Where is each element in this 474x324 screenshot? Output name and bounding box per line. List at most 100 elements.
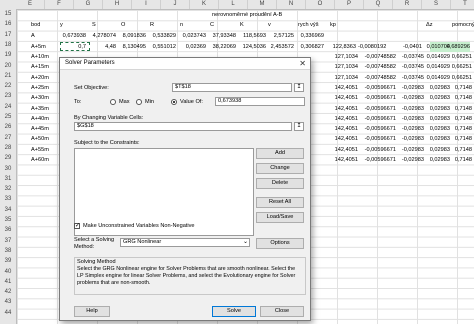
row-header-36[interactable]: 36 [0, 225, 16, 235]
cell[interactable]: 0,7148 [444, 114, 472, 124]
cell[interactable] [394, 20, 422, 30]
cell[interactable]: 0,306827 [296, 42, 324, 52]
column-header-m[interactable]: M [248, 0, 277, 9]
column-header-h[interactable]: H [103, 0, 132, 9]
options-button[interactable]: Options [256, 238, 304, 249]
cell[interactable]: 127,1034 [330, 62, 358, 72]
row-header-37[interactable]: 37 [0, 236, 16, 246]
cell[interactable]: 0,66251 [444, 52, 472, 62]
cell[interactable]: bod [31, 20, 59, 30]
cell[interactable]: -0,03745 [398, 62, 424, 72]
cell[interactable]: A+15m [31, 62, 57, 72]
cell[interactable]: K [240, 20, 268, 30]
cell[interactable]: 0,7148 [444, 124, 472, 134]
cell[interactable]: -0,00596671 [356, 114, 396, 124]
dialog-title-bar[interactable]: Solver Parameters ✕ [60, 58, 310, 70]
cell[interactable]: R [150, 20, 178, 30]
add-button[interactable]: Add [256, 148, 304, 159]
column-header-o[interactable]: O [306, 0, 335, 9]
row-header-30[interactable]: 30 [0, 164, 16, 174]
column-header-s[interactable]: S [422, 0, 451, 9]
column-header-k[interactable]: K [190, 0, 219, 9]
row-header-20[interactable]: 20 [0, 61, 16, 71]
row-header-32[interactable]: 32 [0, 184, 16, 194]
row-header-23[interactable]: 23 [0, 91, 16, 101]
cell[interactable]: A+50m [31, 134, 57, 144]
cell[interactable]: 37,93348 [208, 31, 236, 41]
cell[interactable]: 4,48 [88, 42, 116, 52]
cell[interactable]: -0,00748582 [356, 62, 396, 72]
cell[interactable]: 0,336969 [296, 31, 324, 41]
column-header-g[interactable]: G [74, 0, 103, 9]
cell[interactable]: -0,03745 [398, 52, 424, 62]
cell[interactable]: 127,1034 [330, 52, 358, 62]
cell[interactable]: 0,7148 [444, 83, 472, 93]
collapse-dialog-icon[interactable]: ↥ [294, 83, 304, 92]
cell[interactable]: -0,00596671 [356, 155, 396, 165]
row-header-34[interactable]: 34 [0, 205, 16, 215]
row-header-25[interactable]: 25 [0, 112, 16, 122]
delete-button[interactable]: Delete [256, 178, 304, 189]
cell[interactable]: 0,66251 [444, 62, 472, 72]
column-header-l[interactable]: L [219, 0, 248, 9]
cell[interactable]: 0,02369 [178, 42, 206, 52]
row-header-35[interactable]: 35 [0, 215, 16, 225]
cell[interactable]: A+55m [31, 145, 57, 155]
cell[interactable]: -0,00801921 [358, 42, 386, 52]
cell[interactable]: -0,02983 [398, 124, 424, 134]
row-header-33[interactable]: 33 [0, 194, 16, 204]
cell[interactable]: 8,091836 [118, 31, 146, 41]
cell[interactable]: A+40m [31, 114, 57, 124]
cell[interactable]: 142,4051 [330, 83, 358, 93]
value-of-radio[interactable] [171, 99, 177, 105]
cell[interactable]: -0,00596671 [356, 145, 396, 155]
max-radio[interactable] [110, 99, 116, 105]
cell[interactable]: -0,02983 [398, 134, 424, 144]
cell[interactable]: A+35m [31, 104, 57, 114]
cell[interactable]: -0,00596671 [356, 134, 396, 144]
column-header-p[interactable]: P [335, 0, 364, 9]
cell[interactable]: 0,673938 [58, 31, 86, 41]
method-select[interactable]: GRG Nonlinear ⌄ [120, 238, 250, 247]
cell[interactable]: 8,130495 [118, 42, 146, 52]
cell[interactable]: pomocný [452, 20, 474, 30]
cell[interactable]: A+25m [31, 83, 57, 93]
cell[interactable]: -0,00596671 [356, 124, 396, 134]
help-button[interactable]: Help [74, 306, 110, 317]
cell[interactable]: -0,00596671 [356, 83, 396, 93]
row-header-42[interactable]: 42 [0, 287, 16, 297]
changing-cells-field[interactable]: $G$18 [74, 122, 292, 131]
cell[interactable]: 38,22069 [208, 42, 236, 52]
collapse-dialog-icon[interactable]: ↥ [294, 122, 304, 131]
cell[interactable]: 118,5693 [238, 31, 266, 41]
row-header-31[interactable]: 31 [0, 174, 16, 184]
row-header-21[interactable]: 21 [0, 71, 16, 81]
row-header-17[interactable]: 17 [0, 30, 16, 40]
cell[interactable]: 142,4051 [330, 155, 358, 165]
cell[interactable]: 0,7148 [444, 104, 472, 114]
cell[interactable]: -0,00596671 [356, 93, 396, 103]
cell[interactable]: 142,4051 [330, 134, 358, 144]
column-header-n[interactable]: N [277, 0, 306, 9]
row-header-16[interactable]: 16 [0, 19, 16, 29]
cell[interactable]: A+30m [31, 93, 57, 103]
cell[interactable]: S [92, 20, 120, 30]
row-header-24[interactable]: 24 [0, 102, 16, 112]
cell[interactable]: -0,03745 [398, 73, 424, 83]
row-header-22[interactable]: 22 [0, 81, 16, 91]
cell[interactable]: -0,02983 [398, 93, 424, 103]
cell[interactable]: Δz [426, 20, 454, 30]
cell[interactable]: 127,1034 [330, 73, 358, 83]
cell[interactable]: 142,4051 [330, 114, 358, 124]
cell[interactable]: 0,7148 [444, 134, 472, 144]
cell[interactable]: A+60m [31, 155, 57, 165]
cell[interactable]: 4,278074 [88, 31, 116, 41]
cell[interactable]: 0,533829 [148, 31, 176, 41]
cell[interactable]: n [180, 20, 208, 30]
cell[interactable]: 142,4051 [330, 124, 358, 134]
cell[interactable]: A [31, 31, 51, 41]
close-button[interactable]: Close [260, 306, 304, 317]
cell[interactable]: C [210, 20, 238, 30]
row-header-27[interactable]: 27 [0, 133, 16, 143]
cell[interactable]: 142,4051 [330, 93, 358, 103]
